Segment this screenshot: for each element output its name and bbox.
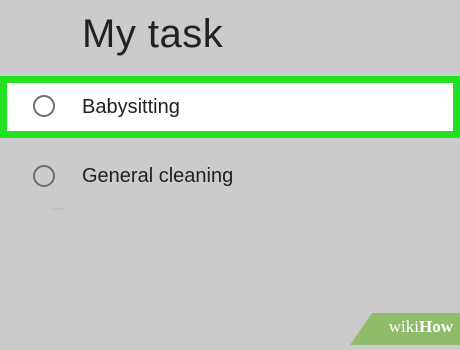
task-label: Babysitting	[82, 96, 180, 118]
task-row-babysitting[interactable]: Babysitting	[0, 76, 460, 138]
watermark-how: How	[419, 317, 453, 336]
page-title: My task	[82, 12, 224, 56]
watermark-wiki: wiki	[388, 317, 419, 336]
wikihow-watermark: wikiHow	[350, 313, 460, 345]
task-row-general-cleaning[interactable]: General cleaning	[0, 146, 460, 208]
divider	[50, 208, 64, 210]
task-label: General cleaning	[82, 165, 234, 187]
watermark-text: wikiHow	[389, 317, 453, 337]
empty-circle-checkbox-icon[interactable]	[33, 165, 55, 187]
empty-circle-checkbox-icon[interactable]	[33, 95, 55, 117]
task-list-screen: My task Babysitting General cleaning wik…	[0, 0, 460, 345]
